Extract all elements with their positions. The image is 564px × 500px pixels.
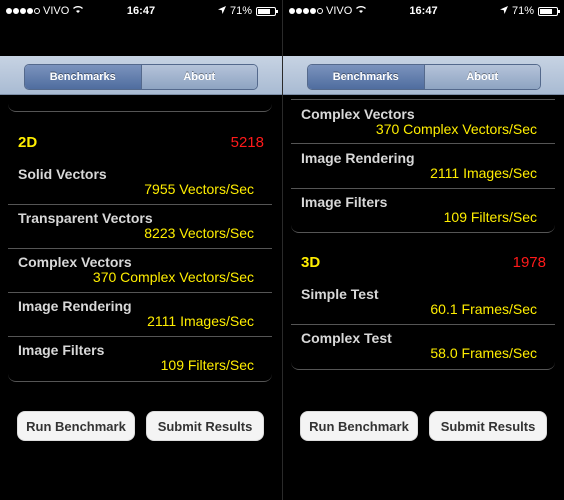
result-row: Solid Vectors 7955 Vectors/Sec (8, 160, 272, 205)
result-label: Solid Vectors (18, 166, 107, 182)
result-label: Transparent Vectors (18, 210, 153, 226)
submit-results-button[interactable]: Submit Results (429, 411, 547, 441)
section-score: 5218 (230, 134, 264, 151)
group-end (8, 369, 272, 382)
section-title: 3D (301, 254, 321, 271)
nav-bar: Benchmarks About (283, 56, 564, 95)
result-row: Image Rendering 2111 Images/Sec (8, 292, 272, 337)
result-label: Image Filters (301, 194, 388, 210)
result-row: Simple Test 60.1 Frames/Sec (291, 280, 555, 325)
result-value: 2111 Images/Sec (430, 165, 537, 181)
result-value: 370 Complex Vectors/Sec (92, 269, 254, 285)
results-list[interactable]: 2D 5218 Solid Vectors 7955 Vectors/Sec T… (0, 95, 282, 500)
group-end (291, 220, 555, 233)
result-label: Complex Vectors (301, 106, 415, 122)
tab-benchmarks[interactable]: Benchmarks (308, 65, 425, 89)
section-score: 1978 (512, 254, 546, 271)
left-screen: VIVO 16:47 71% Benchmarks About 2D 5218 … (0, 0, 282, 500)
status-bar: VIVO 16:47 71% (0, 0, 282, 22)
result-row: Transparent Vectors 8223 Vectors/Sec (8, 204, 272, 249)
result-label: Image Rendering (301, 150, 415, 166)
status-bar: VIVO 16:47 71% (283, 0, 564, 22)
result-label: Image Filters (18, 342, 105, 358)
right-screen: VIVO 16:47 71% Benchmarks About Complex … (282, 0, 564, 500)
result-row: Image Rendering 2111 Images/Sec (291, 144, 555, 189)
battery-icon (538, 6, 560, 16)
results-list[interactable]: Complex Vectors 370 Complex Vectors/Sec … (283, 95, 564, 500)
result-label: Simple Test (301, 286, 379, 302)
battery-percent: 71% (229, 5, 252, 17)
section-title: 2D (18, 134, 38, 151)
group-end (291, 357, 555, 370)
result-value: 8223 Vectors/Sec (144, 225, 254, 241)
tab-about[interactable]: About (141, 65, 257, 89)
run-benchmark-button[interactable]: Run Benchmark (17, 411, 135, 441)
location-arrow-icon (499, 5, 508, 17)
result-label: Complex Test (301, 330, 392, 346)
result-row: Complex Vectors 370 Complex Vectors/Sec (291, 99, 555, 144)
submit-results-button[interactable]: Submit Results (146, 411, 264, 441)
tab-control: Benchmarks About (307, 64, 541, 90)
location-arrow-icon (217, 5, 226, 17)
result-label: Image Rendering (18, 298, 132, 314)
battery-icon (256, 6, 278, 16)
tab-control: Benchmarks About (24, 64, 258, 90)
result-value: 2111 Images/Sec (147, 313, 254, 329)
result-value: 60.1 Frames/Sec (430, 301, 537, 317)
tab-about[interactable]: About (424, 65, 540, 89)
battery-percent: 71% (511, 5, 534, 17)
result-value: 7955 Vectors/Sec (144, 181, 254, 197)
result-value: 370 Complex Vectors/Sec (375, 121, 537, 137)
run-benchmark-button[interactable]: Run Benchmark (300, 411, 418, 441)
result-row: Complex Vectors 370 Complex Vectors/Sec (8, 248, 272, 293)
result-label: Complex Vectors (18, 254, 132, 270)
tab-benchmarks[interactable]: Benchmarks (25, 65, 142, 89)
previous-group-end (8, 99, 272, 112)
nav-bar: Benchmarks About (0, 56, 282, 95)
